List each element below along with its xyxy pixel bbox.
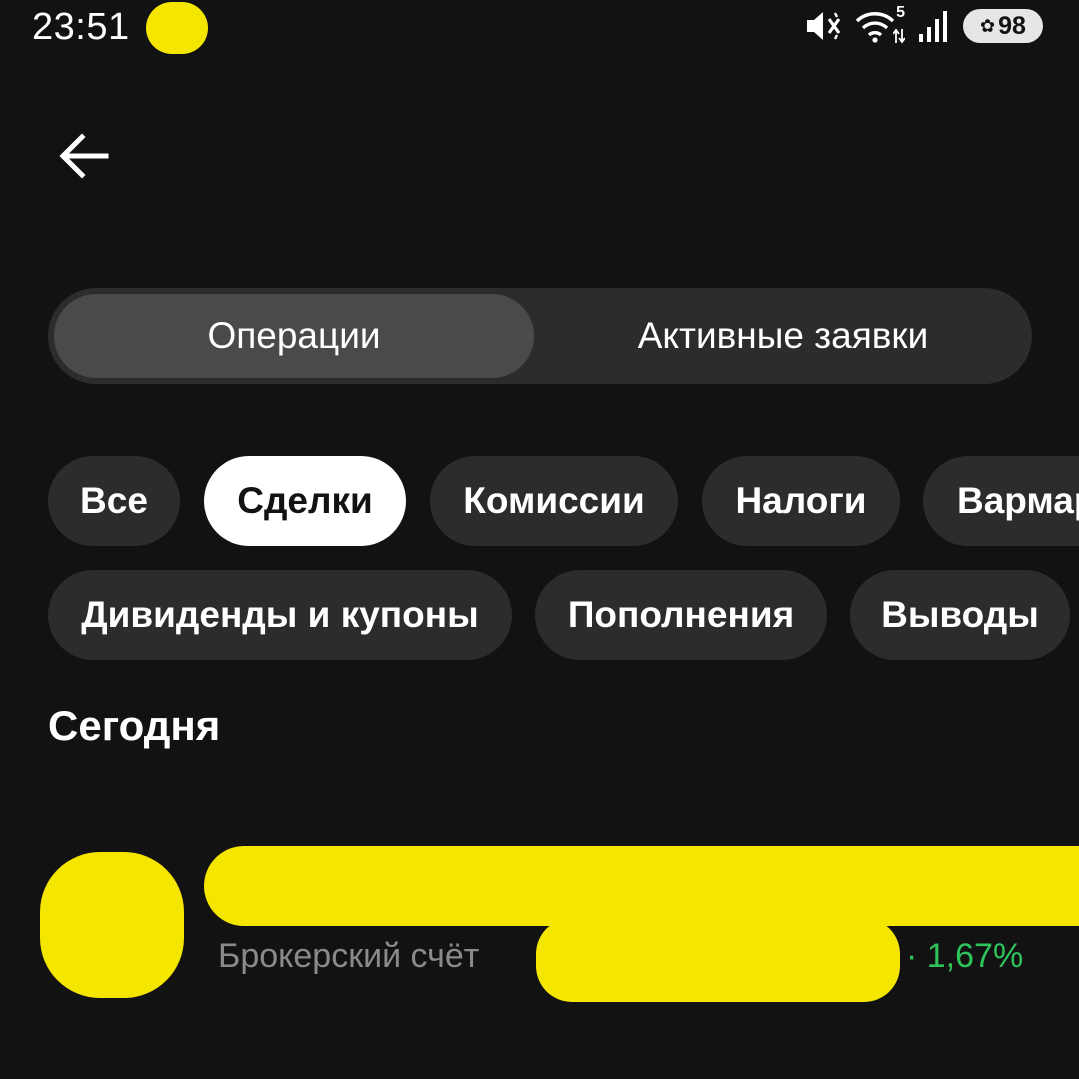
back-button[interactable] bbox=[56, 128, 112, 184]
filter-chip-withdrawals[interactable]: Выводы bbox=[850, 570, 1070, 660]
filter-chip-dividends[interactable]: Дивиденды и купоны bbox=[48, 570, 512, 660]
battery-indicator: ✿ 98 bbox=[963, 9, 1043, 43]
section-title: Сегодня bbox=[48, 702, 221, 749]
arrow-left-icon bbox=[59, 133, 109, 179]
redacted-avatar bbox=[40, 852, 184, 998]
tab-operations[interactable]: Операции bbox=[54, 294, 534, 378]
filter-chip-varmargin[interactable]: Вармаржа bbox=[923, 456, 1079, 546]
filter-chip-varmargin-label: Вармаржа bbox=[957, 480, 1079, 521]
wifi-icon bbox=[855, 12, 895, 43]
status-icons: 5 ✿ 98 bbox=[805, 4, 1043, 44]
screen: 23:51 5 ✿ 98 Операции Активные заявки Вс… bbox=[0, 0, 1079, 1079]
filter-chip-commissions[interactable]: Комиссии bbox=[430, 456, 678, 546]
redacted-amount bbox=[536, 918, 900, 1002]
battery-level: 98 bbox=[998, 11, 1026, 40]
operation-account-label: Брокерский счёт bbox=[218, 937, 480, 975]
operation-percent: · 1,67% bbox=[906, 937, 1024, 975]
filter-chip-taxes[interactable]: Налоги bbox=[702, 456, 900, 546]
network-type-badge: 5 bbox=[896, 4, 905, 21]
wifi-indicator: 5 bbox=[855, 4, 905, 44]
leaf-icon: ✿ bbox=[980, 15, 996, 36]
filter-chip-deposits[interactable]: Пополнения bbox=[535, 570, 827, 660]
data-transfer-icon bbox=[893, 28, 905, 44]
tab-active-orders[interactable]: Активные заявки bbox=[540, 294, 1026, 378]
filter-chip-deals[interactable]: Сделки bbox=[204, 456, 406, 546]
redaction-mark bbox=[146, 2, 208, 54]
mute-icon bbox=[807, 12, 841, 40]
filter-chip-all[interactable]: Все bbox=[48, 456, 180, 546]
signal-icon bbox=[919, 11, 947, 42]
status-time: 23:51 bbox=[32, 6, 130, 48]
redacted-title bbox=[204, 846, 1079, 926]
operations-tabs: Операции Активные заявки bbox=[48, 288, 1032, 384]
